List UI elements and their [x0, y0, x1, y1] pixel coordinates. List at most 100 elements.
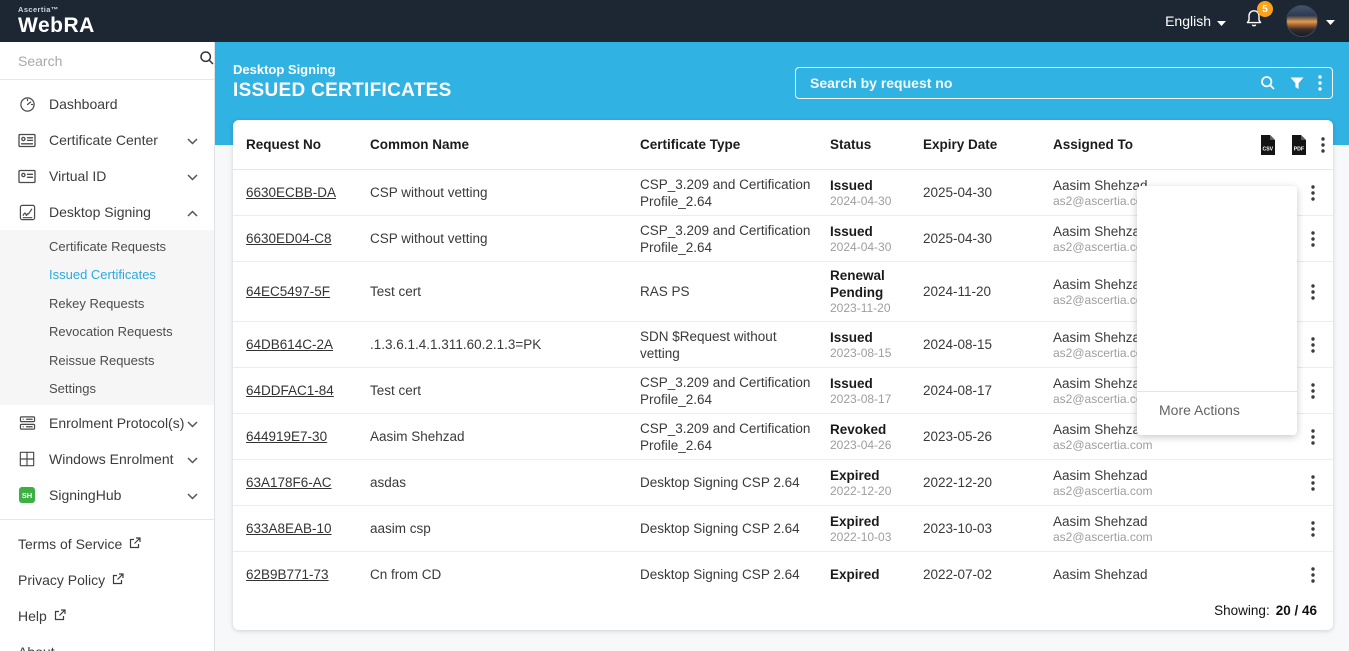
page-title: ISSUED CERTIFICATES — [233, 80, 452, 102]
context-menu-item-more-actions[interactable]: More Actions — [1137, 394, 1297, 427]
sidebar-item-windows-enrolment[interactable]: Windows Enrolment — [0, 441, 214, 477]
request-no-link[interactable]: 63A178F6-AC — [246, 475, 332, 490]
table-footer: Showing: 20 / 46 — [233, 590, 1333, 630]
column-header-expiry-date: Expiry Date — [923, 137, 1053, 152]
request-no-link[interactable]: 64EC5497-5F — [246, 284, 330, 299]
cell-common-name: .1.3.6.1.4.1.311.60.2.1.3=PK — [370, 337, 640, 352]
search-icon[interactable] — [1260, 75, 1276, 91]
request-no-link[interactable]: 633A8EAB-10 — [246, 521, 332, 536]
avatar — [1286, 5, 1318, 37]
row-actions-kebab-icon[interactable] — [1245, 475, 1333, 491]
cell-status: Renewal Pending 2023-11-20 — [830, 267, 923, 316]
cell-expiry-date: 2023-10-03 — [923, 521, 1053, 536]
request-no-link[interactable]: 64DB614C-2A — [246, 337, 333, 352]
table-options-kebab-icon[interactable] — [1321, 137, 1325, 153]
column-header-status: Status — [830, 137, 923, 152]
table-header-row: Request No Common Name Certificate Type … — [233, 120, 1333, 170]
cell-certificate-type: CSP_3.209 and Certification Profile_2.64 — [640, 374, 830, 408]
language-label: English — [1165, 13, 1211, 29]
cell-assigned-to: Aasim Shehzad — [1053, 566, 1245, 583]
cell-expiry-date: 2023-05-26 — [923, 429, 1053, 444]
chevron-down-icon — [187, 168, 198, 184]
language-selector[interactable]: English — [1165, 13, 1226, 29]
request-search-input[interactable] — [810, 75, 1260, 91]
sidebar-item-dashboard[interactable]: Dashboard — [0, 86, 214, 122]
sidebar-link-help[interactable]: Help — [0, 598, 214, 634]
cell-expiry-date: 2022-12-20 — [923, 475, 1053, 490]
desktop-signing-icon — [18, 203, 36, 221]
context-menu-item-download-certificate[interactable] — [1137, 257, 1297, 290]
context-menu-divider — [1137, 391, 1297, 392]
breadcrumb-section: Desktop Signing — [233, 62, 452, 77]
bell-icon — [1244, 16, 1264, 33]
sidebar-search-input[interactable] — [18, 53, 199, 69]
sidebar-subitem-certificate-requests[interactable]: Certificate Requests — [0, 232, 214, 261]
sidebar-subitem-issued-certificates[interactable]: Issued Certificates — [0, 261, 214, 290]
search-icon[interactable] — [199, 50, 215, 71]
external-link-icon — [112, 572, 124, 588]
chevron-up-icon — [187, 204, 198, 220]
sidebar-item-enrolment-protocol-s[interactable]: Enrolment Protocol(s) — [0, 405, 214, 441]
cell-common-name: CSP without vetting — [370, 231, 640, 246]
row-actions-context-menu: More Actions — [1137, 186, 1297, 435]
sidebar-subitem-reissue-requests[interactable]: Reissue Requests — [0, 346, 214, 375]
sidebar-link-privacy-policy[interactable]: Privacy Policy — [0, 562, 214, 598]
filter-icon[interactable] — [1290, 77, 1304, 90]
context-menu-item-delete-certificate[interactable] — [1137, 323, 1297, 356]
sidebar: Dashboard Certificate Center Virtual ID … — [0, 42, 215, 651]
svg-text:PDF: PDF — [1294, 146, 1304, 152]
cell-certificate-type: CSP_3.209 and Certification Profile_2.64 — [640, 176, 830, 210]
external-link-icon — [129, 536, 141, 552]
request-no-link[interactable]: 64DDFAC1-84 — [246, 383, 334, 398]
export-pdf-button[interactable]: PDF — [1290, 135, 1307, 155]
cell-expiry-date: 2024-11-20 — [923, 284, 1053, 299]
chevron-down-icon — [187, 451, 198, 467]
sidebar-item-virtual-id[interactable]: Virtual ID — [0, 158, 214, 194]
cell-status: Issued 2024-04-30 — [830, 177, 923, 209]
sidebar-subitem-settings[interactable]: Settings — [0, 375, 214, 404]
request-no-link[interactable]: 6630ED04-C8 — [246, 231, 332, 246]
brand-logo[interactable]: Ascertia™ WebRA — [18, 6, 95, 37]
signinghub-icon: SH — [18, 486, 36, 504]
user-menu[interactable] — [1286, 5, 1335, 37]
row-actions-kebab-icon[interactable] — [1245, 567, 1333, 583]
sidebar-link-about[interactable]: About — [0, 634, 214, 651]
top-navbar: Ascertia™ WebRA English 5 — [0, 0, 1349, 42]
search-options-kebab-icon[interactable] — [1318, 75, 1322, 91]
table-row: 63A178F6-AC asdas Desktop Signing CSP 2.… — [233, 460, 1333, 506]
sidebar-item-certificate-center[interactable]: Certificate Center — [0, 122, 214, 158]
showing-label: Showing: — [1214, 603, 1270, 618]
svg-text:CSV: CSV — [1262, 146, 1273, 152]
cell-assigned-to: Aasim Shehzad as2@ascertia.com — [1053, 513, 1245, 545]
export-csv-button[interactable]: CSV — [1259, 135, 1276, 155]
cell-expiry-date: 2025-04-30 — [923, 231, 1053, 246]
chevron-down-icon — [187, 487, 198, 503]
context-menu-item-revoke-certificate[interactable] — [1137, 356, 1297, 389]
request-no-link[interactable]: 6630ECBB-DA — [246, 185, 336, 200]
cell-certificate-type: CSP_3.209 and Certification Profile_2.64 — [640, 420, 830, 454]
row-actions-kebab-icon[interactable] — [1245, 521, 1333, 537]
table-row: 633A8EAB-10 aasim csp Desktop Signing CS… — [233, 506, 1333, 552]
cell-expiry-date: 2024-08-15 — [923, 337, 1053, 352]
cell-common-name: Test cert — [370, 383, 640, 398]
sidebar-subitem-revocation-requests[interactable]: Revocation Requests — [0, 318, 214, 347]
cell-expiry-date: 2024-08-17 — [923, 383, 1053, 398]
column-header-assigned-to: Assigned To — [1053, 137, 1245, 152]
context-menu-item-certificate-linting[interactable] — [1137, 224, 1297, 257]
sidebar-item-signinghub[interactable]: SH SigningHub — [0, 477, 214, 513]
virtual-id-icon — [18, 167, 36, 185]
column-header-common-name: Common Name — [370, 137, 640, 152]
sidebar-item-desktop-signing[interactable]: Desktop Signing — [0, 194, 214, 230]
request-no-link[interactable]: 62B9B771-73 — [246, 567, 329, 582]
chevron-down-icon — [187, 132, 198, 148]
sidebar-link-terms-of-service[interactable]: Terms of Service — [0, 526, 214, 562]
caret-down-icon — [1326, 12, 1335, 30]
dashboard-icon — [18, 95, 36, 113]
context-menu-item-view-certificate[interactable] — [1137, 191, 1297, 224]
cell-common-name: aasim csp — [370, 521, 640, 536]
notifications-button[interactable]: 5 — [1244, 8, 1264, 34]
column-header-certificate-type: Certificate Type — [640, 137, 830, 152]
sidebar-subitem-rekey-requests[interactable]: Rekey Requests — [0, 289, 214, 318]
context-menu-item-provision-certificate[interactable] — [1137, 290, 1297, 323]
request-no-link[interactable]: 644919E7-30 — [246, 429, 327, 444]
